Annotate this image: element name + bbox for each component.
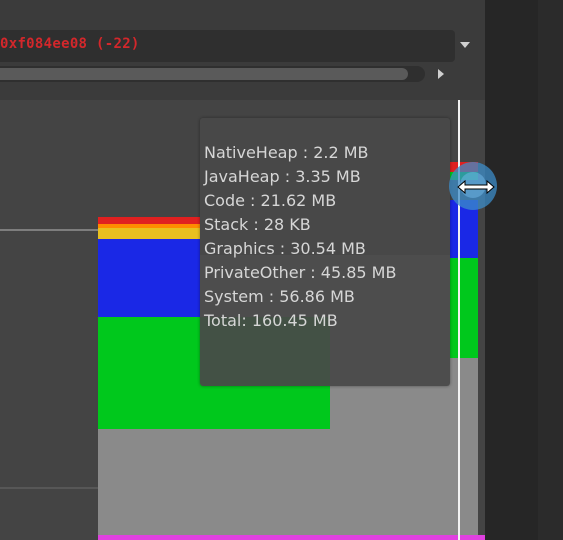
address-text: 0xf084ee08 (-22) (0, 36, 140, 52)
series-nativeheap (98, 217, 200, 224)
tooltip-system: System : 56.86 MB (204, 287, 355, 306)
tooltip-javaheap: JavaHeap : 3.35 MB (204, 167, 361, 186)
series-code (98, 228, 200, 239)
tooltip-total: Total: 160.45 MB (204, 311, 338, 330)
memory-tooltip: NativeHeap : 2.2 MB JavaHeap : 3.35 MB C… (200, 118, 450, 386)
address-dropdown[interactable]: 0xf084ee08 (-22) (0, 30, 455, 62)
series-javaheap (98, 224, 200, 228)
series-graphics (98, 239, 200, 317)
side-panel-edge (538, 0, 563, 540)
pink-baseline (98, 535, 485, 540)
scrollbar-thumb[interactable] (0, 68, 408, 80)
tooltip-graphics: Graphics : 30.54 MB (204, 239, 366, 258)
tooltip-privateother: PrivateOther : 45.85 MB (204, 263, 397, 282)
tooltip-code: Code : 21.62 MB (204, 191, 337, 210)
chevron-down-icon[interactable] (460, 42, 470, 48)
series-privateother-right (450, 258, 478, 358)
tooltip-stack: Stack : 28 KB (204, 215, 311, 234)
resize-horizontal-icon[interactable] (457, 179, 495, 195)
tooltip-nativeheap: NativeHeap : 2.2 MB (204, 143, 369, 162)
arrow-right-icon[interactable] (438, 69, 444, 79)
